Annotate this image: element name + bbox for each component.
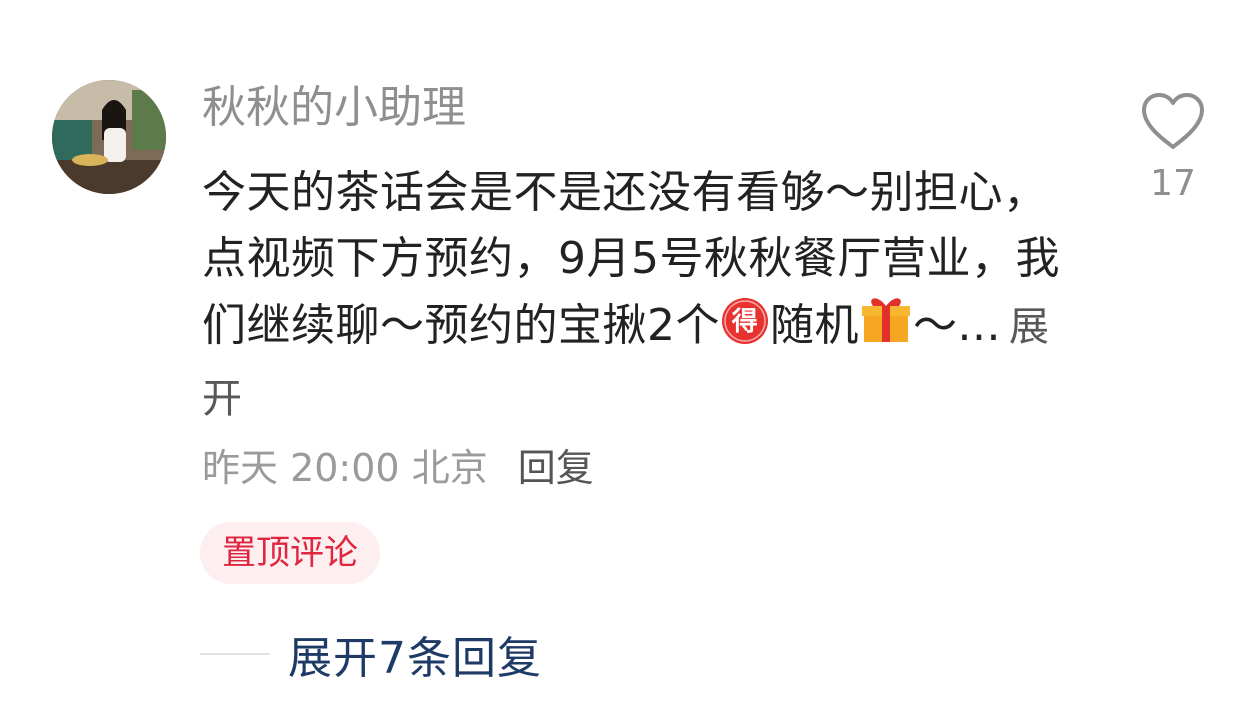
location: 北京 bbox=[411, 446, 488, 490]
comment-text-part2: 随机 bbox=[770, 300, 859, 351]
gift-icon bbox=[859, 292, 913, 365]
expand-replies-label: 展开7条回复 bbox=[288, 633, 542, 684]
expand-replies-button[interactable]: 展开7条回复 bbox=[200, 624, 542, 684]
like-button[interactable]: 17 bbox=[1138, 92, 1208, 206]
pinned-comment-badge: 置顶评论 bbox=[200, 522, 380, 584]
reply-button[interactable]: 回复 bbox=[518, 446, 594, 490]
like-count: 17 bbox=[1150, 163, 1196, 204]
divider-line bbox=[200, 653, 270, 655]
username[interactable]: 秋秋的小助理 bbox=[202, 82, 466, 134]
comment-card: 秋秋的小助理 今天的茶话会是不是还没有看够～别担心，点视频下方预约，9月5号秋秋… bbox=[0, 0, 1260, 720]
svg-text:得: 得 bbox=[731, 307, 759, 337]
avatar[interactable] bbox=[52, 80, 166, 194]
comment-text-part3: ～... bbox=[913, 300, 1001, 351]
comment-text: 今天的茶话会是不是还没有看够～别担心，点视频下方预约，9月5号秋秋餐厅营业，我们… bbox=[202, 160, 1082, 432]
de-badge-icon: 得 bbox=[720, 296, 770, 365]
avatar-photo bbox=[52, 80, 166, 194]
timestamp: 昨天 20:00 bbox=[202, 446, 400, 490]
comment-meta: 昨天 20:00 北京 回复 bbox=[202, 444, 594, 492]
heart-outline-icon bbox=[1142, 93, 1204, 149]
